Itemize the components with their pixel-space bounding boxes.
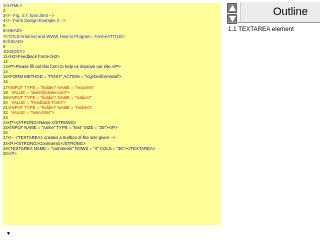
previous-slide-button[interactable]	[227, 3, 237, 13]
outline-tab[interactable]: Outline	[240, 2, 320, 22]
outline-item[interactable]: 1.1 TEXTAREA element	[228, 26, 294, 33]
code-text: </P>	[7, 150, 17, 156]
scroll-down-marker[interactable]: ▼	[6, 231, 11, 237]
code-text: </HEAD>	[5, 38, 24, 44]
code-text: <FORM METHOD = "POST" ACTION = "/cgi-bin…	[7, 74, 122, 80]
code-text: <P>Please fill out this form to help us …	[7, 64, 121, 70]
code-text: <!-- Form Design Example 2 -->	[5, 18, 66, 24]
outline-divider	[227, 22, 320, 23]
code-text: VALUE = "main.html">	[7, 109, 55, 115]
code-text: <H2>Feedback Form</H2>	[7, 53, 60, 59]
triangle-up-icon	[228, 5, 236, 11]
outline-title: Outline	[273, 6, 308, 18]
code-text: <INPUT NAME = "name" TYPE = "text" SIZE …	[7, 125, 118, 131]
code-text: <TEXTAREA NAME = "comments" ROWS = "4" C…	[7, 145, 156, 151]
code-text: <HTML>	[5, 3, 23, 8]
code-line: 30</P>	[3, 151, 221, 156]
code-listing: 1<HTML> 2 3<!-- Fig. 4.7: form.html --> 4<!…	[3, 3, 221, 225]
